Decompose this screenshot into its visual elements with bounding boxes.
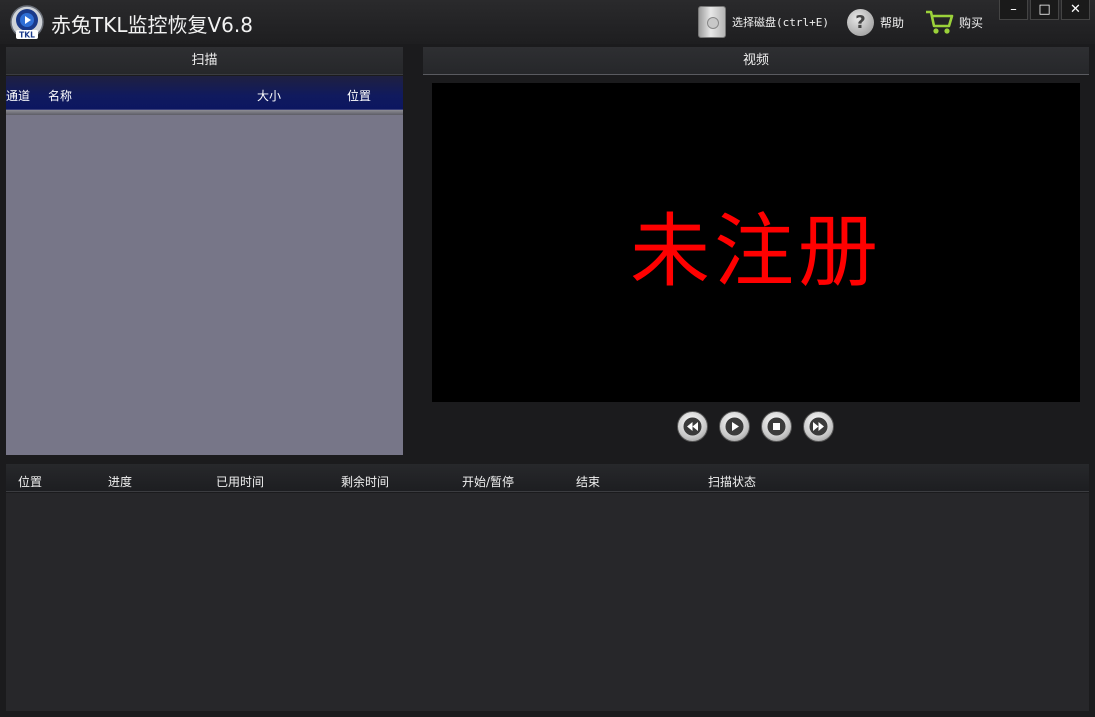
task-column-scan-status[interactable]: 扫描状态 xyxy=(708,473,756,490)
column-position[interactable]: 位置 xyxy=(347,87,371,104)
rewind-icon xyxy=(683,417,702,436)
buy-button[interactable]: 购买 xyxy=(924,6,983,38)
app-title: 赤兔TKL监控恢复V6.8 xyxy=(51,13,253,37)
help-icon: ? xyxy=(847,8,874,36)
close-button[interactable]: ✕ xyxy=(1061,0,1090,20)
task-column-end[interactable]: 结束 xyxy=(576,473,600,490)
app-logo-icon: TKL xyxy=(10,5,44,40)
task-column-remaining[interactable]: 剩余时间 xyxy=(341,473,389,490)
hard-disk-icon xyxy=(698,6,726,38)
minimize-button[interactable]: – xyxy=(999,0,1028,20)
scan-panel-title: 扫描 xyxy=(6,47,403,75)
fast-forward-icon xyxy=(809,417,828,436)
play-icon xyxy=(725,417,744,436)
video-panel-title: 视频 xyxy=(423,47,1089,75)
task-column-progress[interactable]: 进度 xyxy=(108,473,132,490)
maximize-button[interactable]: □ xyxy=(1030,0,1059,20)
column-channel[interactable]: 通道 xyxy=(6,87,30,104)
task-table-header: 位置 进度 已用时间 剩余时间 开始/暂停 结束 扫描状态 xyxy=(6,464,1089,492)
select-disk-button[interactable]: 选择磁盘(ctrl+E) xyxy=(698,6,829,38)
logo-text: TKL xyxy=(19,31,35,40)
column-name[interactable]: 名称 xyxy=(48,87,72,104)
select-disk-label: 选择磁盘(ctrl+E) xyxy=(732,16,829,29)
title-bar: TKL 赤兔TKL监控恢复V6.8 选择磁盘(ctrl+E) ? 帮助 购买 –… xyxy=(0,0,1095,44)
play-button[interactable] xyxy=(719,411,750,442)
task-column-position[interactable]: 位置 xyxy=(18,473,42,490)
stop-icon xyxy=(767,417,786,436)
unregistered-watermark: 未注册 xyxy=(630,205,882,298)
task-column-start-pause[interactable]: 开始/暂停 xyxy=(462,473,514,490)
video-preview[interactable]: 未注册 xyxy=(432,83,1080,402)
shopping-cart-icon xyxy=(926,10,954,34)
column-size[interactable]: 大小 xyxy=(257,87,281,104)
buy-label: 购买 xyxy=(959,15,984,30)
help-label: 帮助 xyxy=(880,15,905,30)
scan-file-list[interactable] xyxy=(6,115,403,455)
task-list[interactable] xyxy=(6,493,1089,711)
scan-column-header: 通道 名称 大小 位置 xyxy=(6,76,403,110)
help-button[interactable]: ? 帮助 xyxy=(847,6,904,38)
stop-button[interactable] xyxy=(761,411,792,442)
rewind-button[interactable] xyxy=(677,411,708,442)
task-column-elapsed[interactable]: 已用时间 xyxy=(216,473,264,490)
fast-forward-button[interactable] xyxy=(803,411,834,442)
